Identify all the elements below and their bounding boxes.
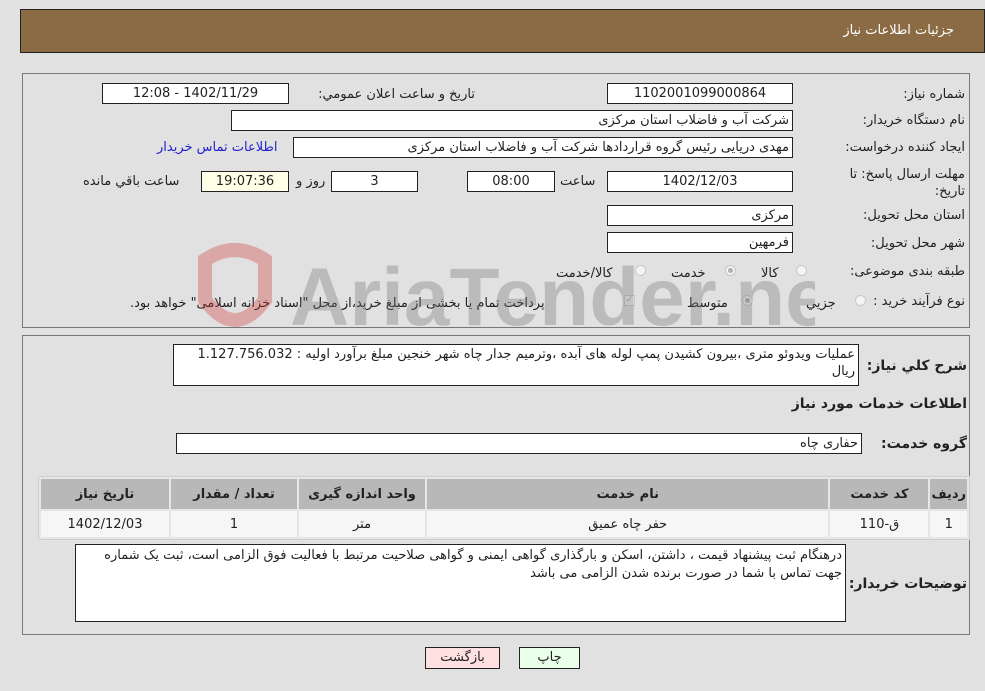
cell-quantity: 1 <box>171 511 297 537</box>
deadline-label: مهلت ارسال پاسخ: تا تاریخ: <box>849 167 965 199</box>
deadline-time-label: ساعت <box>560 174 596 189</box>
process-option-medium: متوسط <box>687 296 728 311</box>
days-label: روز و <box>296 174 326 189</box>
col-unit: واحد اندازه گیری <box>299 479 425 509</box>
remaining-label: ساعت باقي مانده <box>83 174 180 189</box>
creator-field[interactable]: مهدی دریایی رئیس گروه قراردادها شرکت آب … <box>293 137 793 158</box>
col-need-date: تاریخ نیاز <box>41 479 169 509</box>
deadline-time-field[interactable]: 08:00 <box>467 171 555 192</box>
cell-service-code: ق-110 <box>830 511 929 537</box>
cell-need-date: 1402/12/03 <box>41 511 169 537</box>
city-label: شهر محل تحویل: <box>870 236 965 251</box>
page-header: جزئیات اطلاعات نیاز <box>20 9 985 53</box>
province-field[interactable]: مرکزی <box>607 205 793 226</box>
need-number-field[interactable]: 1102001099000864 <box>607 83 793 104</box>
cell-row-number: 1 <box>930 511 967 537</box>
buyer-org-field[interactable]: شرکت آب و فاضلاب استان مرکزی <box>231 110 793 131</box>
back-button[interactable]: بازگشت <box>425 647 500 669</box>
col-service-name: نام خدمت <box>427 479 829 509</box>
city-field[interactable]: فرمهین <box>607 232 793 253</box>
category-option-goods-service: کالا/خدمت <box>556 266 613 281</box>
buyer-contact-link[interactable]: اطلاعات تماس خریدار <box>157 140 277 155</box>
process-option-minor: جزيي <box>806 296 836 311</box>
treasury-checkbox[interactable]: ✓ <box>624 295 635 306</box>
category-option-goods: کالا <box>761 266 779 281</box>
services-section-title: اطلاعات خدمات مورد نیاز <box>791 396 967 412</box>
category-option-service: خدمت <box>671 266 706 281</box>
cell-service-name: حفر چاه عمیق <box>427 511 829 537</box>
remaining-time-field: 19:07:36 <box>201 171 289 192</box>
need-number-label: شماره نیاز: <box>903 87 965 102</box>
announce-datetime-field[interactable]: 1402/11/29 - 12:08 <box>102 83 289 104</box>
buyer-notes-textarea[interactable]: درهنگام ثبت پیشنهاد قیمت ، داشتن، اسکن و… <box>75 544 846 622</box>
page-title: جزئیات اطلاعات نیاز <box>843 23 954 38</box>
table-row: 1 ق-110 حفر چاه عمیق متر 1 1402/12/03 <box>41 511 967 537</box>
days-remaining-field[interactable]: 3 <box>331 171 418 192</box>
table-header-row: ردیف کد خدمت نام خدمت واحد اندازه گیری ت… <box>41 479 967 509</box>
col-service-code: کد خدمت <box>830 479 929 509</box>
col-quantity: تعداد / مقدار <box>171 479 297 509</box>
province-label: استان محل تحویل: <box>863 208 965 223</box>
col-row-number: ردیف <box>930 479 967 509</box>
category-radio-goods[interactable] <box>796 265 807 276</box>
service-group-field[interactable]: حفاری چاه <box>176 433 862 454</box>
description-label: شرح کلي نیاز: <box>866 358 967 374</box>
description-textarea[interactable]: عملیات ویدوئو متری ،بیرون کشیدن پمپ لوله… <box>173 344 859 386</box>
creator-label: ایجاد کننده درخواست: <box>845 140 965 155</box>
print-button[interactable]: چاپ <box>519 647 580 669</box>
cell-unit: متر <box>299 511 425 537</box>
category-radio-service[interactable] <box>725 265 736 276</box>
process-radio-minor[interactable] <box>855 295 866 306</box>
category-radio-goods-service[interactable] <box>635 265 646 276</box>
process-label: نوع فرآیند خرید : <box>873 294 965 309</box>
buyer-org-label: نام دستگاه خریدار: <box>862 113 965 128</box>
services-table: ردیف کد خدمت نام خدمت واحد اندازه گیری ت… <box>38 476 970 540</box>
announce-label: تاریخ و ساعت اعلان عمومي: <box>318 87 475 102</box>
buyer-notes-label: توضیحات خریدار: <box>848 576 967 592</box>
service-group-label: گروه خدمت: <box>881 436 967 452</box>
treasury-note: پرداخت تمام یا بخشی از مبلغ خرید،از محل … <box>130 296 545 311</box>
deadline-date-field[interactable]: 1402/12/03 <box>607 171 793 192</box>
category-label: طبقه بندی موضوعی: <box>849 264 965 279</box>
process-radio-medium[interactable] <box>742 295 753 306</box>
